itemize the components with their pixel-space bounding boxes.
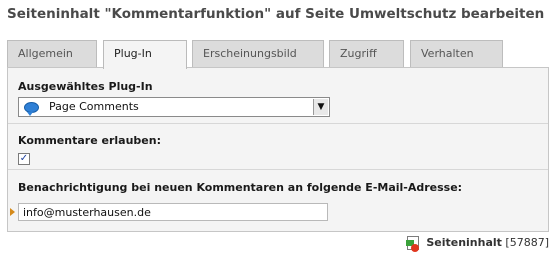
content-info-footer: Seiteninhalt [57887] (406, 236, 549, 252)
dropdown-arrow-icon[interactable]: ▼ (313, 99, 328, 115)
tab-verhalten[interactable]: Verhalten (410, 40, 503, 67)
comments-section: Kommentare erlauben: ✓ (8, 124, 548, 170)
tab-zugriff[interactable]: Zugriff (329, 40, 404, 67)
comments-label: Kommentare erlauben: (18, 134, 161, 147)
tab-plug-in[interactable]: Plug-In (103, 40, 187, 69)
tab-allgemein[interactable]: Allgemein (7, 40, 97, 67)
plugin-select-value: Page Comments (49, 100, 139, 113)
notification-section: Benachrichtigung bei neuen Kommentaren a… (8, 170, 548, 231)
page-title: Seiteninhalt "Kommentarfunktion" auf Sei… (7, 6, 545, 22)
form-panel: Ausgewähltes Plug-In Page Comments ▼ Kom… (7, 67, 549, 232)
content-element-icon (406, 236, 420, 252)
plugin-select[interactable]: Page Comments ▼ (18, 97, 330, 117)
tab-bar: Allgemein Plug-In Erscheinungsbild Zugri… (7, 40, 549, 69)
allow-comments-checkbox[interactable]: ✓ (18, 153, 30, 165)
tab-erscheinungsbild[interactable]: Erscheinungsbild (192, 40, 324, 67)
required-field-icon (10, 208, 15, 216)
plugin-label: Ausgewähltes Plug-In (18, 80, 153, 93)
plugin-section: Ausgewähltes Plug-In Page Comments ▼ (8, 68, 548, 124)
notification-label: Benachrichtigung bei neuen Kommentaren a… (18, 181, 463, 194)
footer-id-label: [57887] (505, 236, 549, 249)
notification-email-field[interactable] (18, 203, 328, 221)
footer-type-label: Seiteninhalt (426, 236, 502, 249)
comment-bubble-icon (24, 102, 39, 116)
